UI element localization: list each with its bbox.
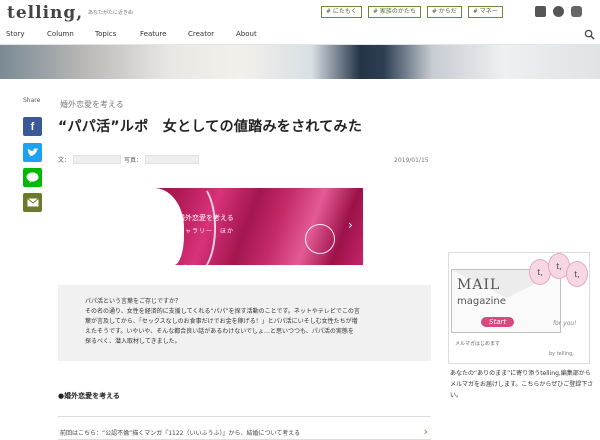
envelope-icon bbox=[26, 198, 39, 207]
publish-date: 2019/01/15 bbox=[394, 157, 429, 164]
summary-line: その名の通り、女性を経済的に支援してくれる“パパ”を探す活動のことです。ネットや… bbox=[85, 308, 360, 315]
line-bubble-icon bbox=[26, 172, 39, 183]
writer-name[interactable] bbox=[73, 155, 122, 164]
site-tagline: あなたがたに近きぬ bbox=[88, 10, 134, 16]
banner-title: 婚外恋愛を考える bbox=[178, 214, 234, 222]
mail-description: あなたの“ありのまま”に寄り添うtelling,編集部からメルマガをお届けします… bbox=[450, 370, 594, 399]
writer-label: 文： bbox=[58, 157, 71, 164]
chevron-right-icon[interactable]: › bbox=[424, 425, 428, 438]
bird-icon bbox=[27, 147, 38, 156]
article-title: “パパ活”ルポ 女としての値踏みをされてみた bbox=[58, 119, 363, 135]
mail-word: MAIL bbox=[457, 277, 501, 293]
article-category[interactable]: 婚外恋愛を考える bbox=[60, 99, 124, 110]
twitter-icon[interactable] bbox=[553, 6, 564, 17]
start-badge: Start bbox=[481, 317, 515, 327]
series-banner[interactable] bbox=[130, 188, 363, 265]
nav-creator[interactable]: Creator bbox=[188, 30, 214, 38]
instagram-icon[interactable] bbox=[571, 6, 582, 17]
tag-link-1[interactable]: # にたもく bbox=[321, 6, 362, 18]
hero-image bbox=[0, 45, 600, 79]
summary-line: えたそうです。いやいや、そんな都合良い話があるわけないでしょ…と思いつつも、パパ… bbox=[85, 328, 354, 335]
top-bar: telling, あなたがたに近きぬ # にたもく # 家族のかたち # からだ… bbox=[0, 0, 600, 25]
mail-subcaption: メルマガはじめます bbox=[455, 341, 501, 347]
summary-line: 葉が言及してから、「セックスなしのお食事だけでお金を稼げる！」とパパ活にいそしむ… bbox=[85, 318, 358, 325]
search-icon[interactable] bbox=[584, 29, 595, 40]
for-you-text: for you! bbox=[553, 320, 577, 327]
mail-magazine-banner[interactable]: MAIL magazine Start for you! t, t, t, メル… bbox=[448, 252, 590, 364]
tag-links: # にたもく # 家族のかたち # からだ # マネー bbox=[321, 6, 503, 18]
tag-link-2[interactable]: # 家族のかたち bbox=[367, 6, 421, 18]
summary-line: パパ活という言葉をご存じですか？ bbox=[85, 298, 182, 305]
nav-topics[interactable]: Topics bbox=[95, 30, 116, 38]
article-summary: パパ活という言葉をご存じですか？ その名の通り、女性を経済的に支援してくれる“パ… bbox=[58, 285, 431, 361]
magazine-word: magazine bbox=[457, 296, 506, 307]
nav-column[interactable]: Column bbox=[47, 30, 74, 38]
banner-subtitle: ギャラリー ほか bbox=[178, 228, 235, 235]
tag-link-4[interactable]: # マネー bbox=[467, 6, 503, 18]
related-article-link[interactable]: 前回はこちら：“公認不倫”描くマンガ『1122（いいふうふ）』から、結婚について… bbox=[58, 416, 431, 440]
nav-story[interactable]: Story bbox=[6, 30, 25, 38]
facebook-share-icon[interactable]: f bbox=[23, 117, 42, 136]
balloon-icon: t, bbox=[566, 261, 588, 287]
section-heading: ●婚外恋愛を考える bbox=[58, 392, 120, 400]
photographer-name[interactable] bbox=[145, 155, 200, 164]
summary-line: 探るべく、潜入取材してきました。 bbox=[85, 338, 181, 345]
share-label: Share bbox=[23, 97, 41, 104]
banner-next-arrow[interactable]: › bbox=[348, 218, 353, 232]
photo-label: 写真： bbox=[124, 157, 143, 164]
line-share-icon[interactable] bbox=[23, 168, 42, 187]
related-article-text[interactable]: 前回はこちら：“公認不倫”描くマンガ『1122（いいふうふ）』から、結婚について… bbox=[60, 428, 300, 437]
twitter-share-icon[interactable] bbox=[23, 143, 42, 162]
banner-circle bbox=[305, 224, 335, 254]
mail-share-icon[interactable] bbox=[23, 193, 42, 212]
main-nav: Story Column Topics Feature Creator Abou… bbox=[0, 25, 600, 45]
mail-byline: by telling, bbox=[549, 351, 574, 357]
site-logo[interactable]: telling, bbox=[7, 3, 83, 23]
nav-about[interactable]: About bbox=[236, 30, 257, 38]
facebook-icon[interactable] bbox=[535, 6, 546, 17]
nav-feature[interactable]: Feature bbox=[140, 30, 166, 38]
tag-link-3[interactable]: # からだ bbox=[426, 6, 462, 18]
article-credits: 文： 写真： bbox=[58, 155, 200, 164]
